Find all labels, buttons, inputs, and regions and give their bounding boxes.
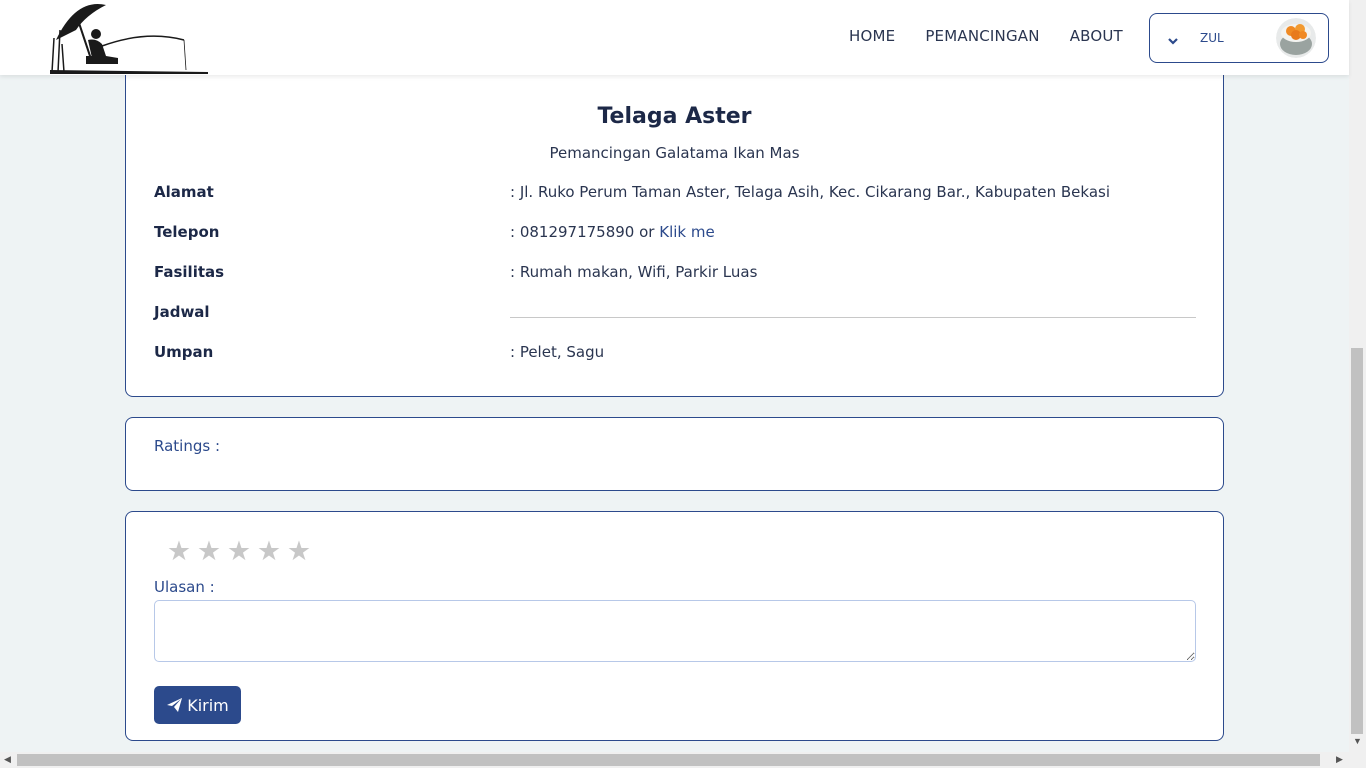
star-icon[interactable]: ★ [164,536,194,566]
scroll-down-arrow-icon[interactable]: ▼ [1353,736,1362,746]
call-link[interactable]: Klik me [659,223,714,241]
detail-label: Alamat [154,183,214,201]
ratings-card: Ratings : [125,417,1224,491]
detail-row-telepon: Telepon : 081297175890 or Klik me [154,223,1196,247]
vertical-scrollbar[interactable]: ▼ [1349,0,1366,752]
star-rating: ★ ★ ★ ★ ★ [164,536,314,566]
detail-label: Umpan [154,343,214,361]
nav-home[interactable]: HOME [849,27,895,45]
ulasan-textarea[interactable] [154,600,1196,662]
kirim-label: Kirim [187,695,229,715]
send-icon [167,698,183,712]
detail-label: Telepon [154,223,220,241]
review-card: ★ ★ ★ ★ ★ Ulasan : Kirim [125,511,1224,741]
scroll-left-arrow-icon[interactable]: ◀ [4,754,11,765]
detail-row-jadwal: Jadwal [154,303,1196,327]
scroll-right-arrow-icon[interactable]: ▶ [1336,754,1343,765]
chevron-down-icon [1168,38,1178,45]
detail-value: : Rumah makan, Wifi, Parkir Luas [510,263,758,281]
horizontal-scrollbar[interactable]: ◀ ▶ [0,752,1366,768]
nav-about[interactable]: ABOUT [1070,27,1123,45]
user-dropdown[interactable]: ZUL [1149,13,1329,63]
detail-value: : Jl. Ruko Perum Taman Aster, Telaga Asi… [510,183,1110,201]
jadwal-divider [510,317,1196,318]
detail-label: Jadwal [154,303,210,321]
nav-pemancingan[interactable]: PEMANCINGAN [925,27,1039,45]
detail-row-alamat: Alamat : Jl. Ruko Perum Taman Aster, Tel… [154,183,1196,207]
detail-row-umpan: Umpan : Pelet, Sagu [154,343,1196,367]
fishing-logo[interactable] [46,0,212,75]
avatar [1276,18,1316,58]
page-title: Telaga Aster [597,104,752,129]
page-subtitle: Pemancingan Galatama Ikan Mas [549,144,800,162]
vertical-scroll-thumb[interactable] [1351,348,1363,734]
phone-text: : 081297175890 or [510,223,660,241]
detail-value: : 081297175890 or Klik me [510,223,715,241]
kirim-button[interactable]: Kirim [154,686,241,724]
detail-row-fasilitas: Fasilitas : Rumah makan, Wifi, Parkir Lu… [154,263,1196,287]
star-icon[interactable]: ★ [224,536,254,566]
star-icon[interactable]: ★ [284,536,314,566]
detail-card: Telaga Aster Pemancingan Galatama Ikan M… [125,40,1224,397]
horizontal-scroll-thumb[interactable] [17,754,1320,766]
navbar: HOME PEMANCINGAN ABOUT ZUL [0,0,1349,75]
star-icon[interactable]: ★ [194,536,224,566]
ulasan-label: Ulasan : [154,578,215,596]
nav-links: HOME PEMANCINGAN ABOUT [849,27,1153,45]
detail-label: Fasilitas [154,263,225,281]
ratings-label: Ratings : [154,437,220,455]
detail-value: : Pelet, Sagu [510,343,605,361]
star-icon[interactable]: ★ [254,536,284,566]
user-name: ZUL [1200,31,1224,45]
